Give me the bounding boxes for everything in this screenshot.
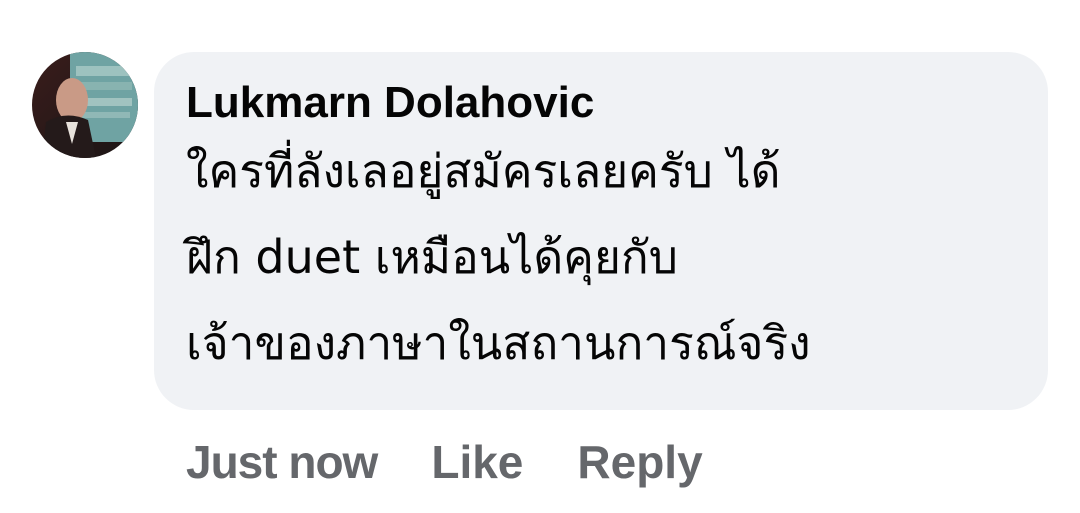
reply-button[interactable]: Reply [577,432,702,492]
comment-meta: Just now Like Reply [186,432,757,492]
comment-body-line: ใครที่ลังเลอยู่สมัครเลยครับ ได้ [186,144,781,198]
comment-body-line: เจ้าของภาษาในสถานการณ์จริง [186,316,811,370]
comment-body-line: ฝึก duet เหมือนได้คุยกับ [186,230,678,284]
comment-body: ใครที่ลังเลอยู่สมัครเลยครับ ได้ ฝึก duet… [186,128,1018,386]
avatar[interactable] [32,52,138,158]
profile-photo [32,52,138,158]
comment-timestamp[interactable]: Just now [186,432,378,492]
comment-bubble: Lukmarn Dolahovic ใครที่ลังเลอยู่สมัครเล… [154,52,1048,410]
comment: Lukmarn Dolahovic ใครที่ลังเลอยู่สมัครเล… [0,0,1080,513]
comment-author[interactable]: Lukmarn Dolahovic [186,74,594,132]
like-button[interactable]: Like [431,432,523,492]
